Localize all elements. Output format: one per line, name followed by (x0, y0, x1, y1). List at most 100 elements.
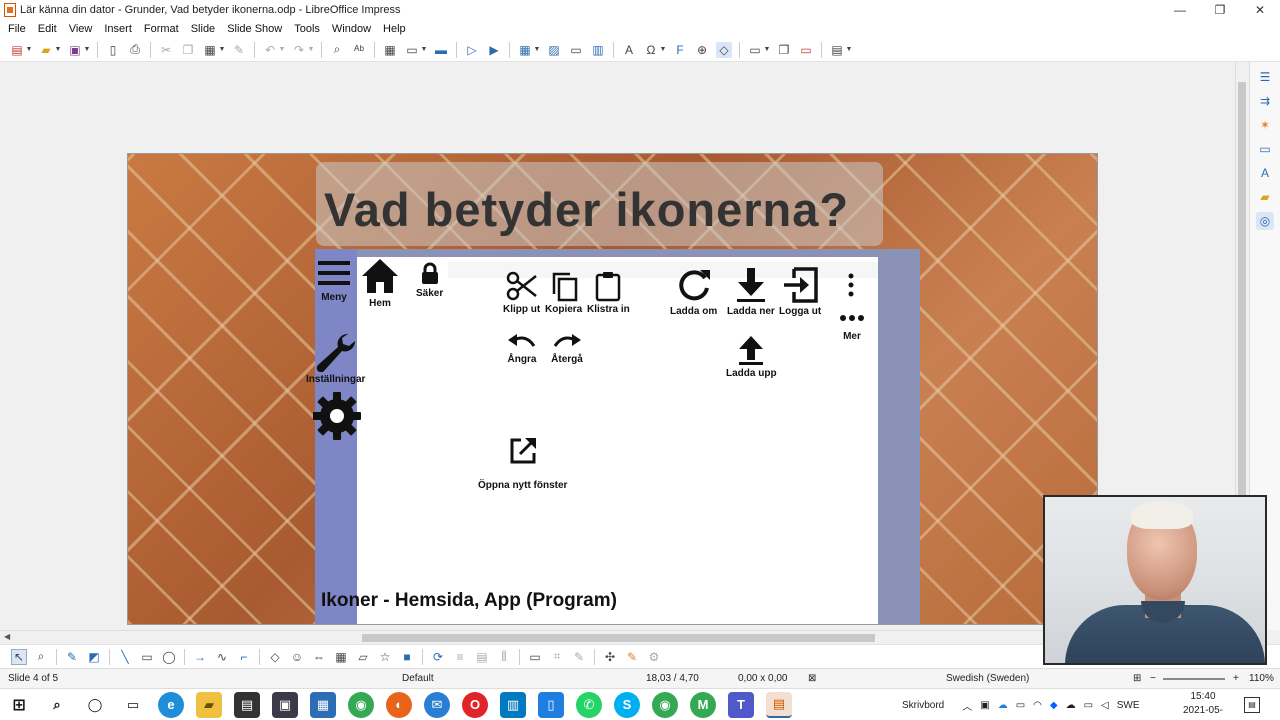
notifications-icon[interactable]: ▤ (1244, 697, 1260, 713)
kebab-menu-tile[interactable] (846, 272, 856, 298)
chrome-profile-m-icon[interactable]: M (690, 691, 716, 718)
reload-tile[interactable]: Ladda om (670, 266, 717, 317)
print-icon[interactable]: ⎙ (127, 42, 143, 58)
fit-slide-icon[interactable]: ⊞ (1133, 673, 1141, 684)
basic-shapes-icon[interactable]: ◇ (267, 649, 283, 665)
chevron-down-icon[interactable]: ▼ (846, 42, 853, 58)
fontwork-icon[interactable]: F (672, 42, 688, 58)
ellipse-icon[interactable]: ◯ (161, 649, 177, 665)
scrollbar-thumb[interactable] (362, 634, 875, 642)
zoom-icon[interactable]: ⌕ (33, 649, 49, 665)
maximize-button[interactable]: ❐ (1200, 0, 1240, 20)
chevron-down-icon[interactable]: ▼ (534, 42, 541, 58)
chevron-down-icon[interactable]: ▼ (421, 42, 428, 58)
text-box-icon[interactable]: A (621, 42, 637, 58)
filter-icon[interactable]: ✎ (571, 649, 587, 665)
properties-icon[interactable]: ☰ (1256, 68, 1274, 86)
chevron-down-icon[interactable]: ▼ (84, 42, 91, 58)
special-character-icon[interactable]: Ω (643, 42, 659, 58)
home-tile[interactable]: Hem (360, 256, 400, 309)
cut-tile[interactable]: Klipp ut (503, 270, 540, 315)
navigator-icon[interactable]: ◎ (1256, 212, 1274, 230)
undo-icon[interactable]: ↶ (262, 42, 278, 58)
shadow-icon[interactable]: ▭ (527, 649, 543, 665)
store-icon[interactable]: ▤ (234, 691, 260, 718)
chevron-down-icon[interactable]: ▼ (660, 42, 667, 58)
slide-transition-icon[interactable]: ⇉ (1256, 92, 1274, 110)
start-from-current-icon[interactable]: ▶ (486, 42, 502, 58)
keyboard-icon[interactable]: ▭ (1084, 700, 1093, 711)
delete-slide-icon[interactable]: ▭ (798, 42, 814, 58)
zoom-slider[interactable] (1163, 678, 1225, 680)
slide-title[interactable]: Vad betyder ikonerna? (324, 182, 849, 237)
firefox-icon[interactable]: ◐ (386, 691, 412, 718)
minimize-button[interactable]: — (1160, 0, 1200, 20)
wifi-icon[interactable]: ◠ (1033, 700, 1042, 711)
align-icon[interactable]: ≡ (452, 649, 468, 665)
search-icon[interactable]: ⌕ (44, 692, 70, 718)
paste-tile[interactable]: Klistra in (587, 270, 630, 315)
arrow-line-icon[interactable]: → (192, 649, 208, 665)
download-tile[interactable]: Ladda ner (727, 266, 775, 317)
new-slide-icon[interactable]: ▭ (747, 42, 763, 58)
connector-icon[interactable]: ⌐ (236, 649, 252, 665)
toggle-extrusion-icon[interactable]: ⚙ (646, 649, 662, 665)
whatsapp-icon[interactable]: ✆ (576, 691, 602, 718)
clock[interactable]: 15:40 2021-05-05 (1178, 690, 1228, 720)
windows-start-icon[interactable]: ⊞ (6, 692, 32, 718)
trello-icon[interactable]: ▥ (500, 691, 526, 718)
chevron-down-icon[interactable]: ▼ (308, 42, 315, 58)
menu-tools[interactable]: Tools (288, 23, 326, 35)
master-layout[interactable]: Default (402, 673, 434, 684)
menu-help[interactable]: Help (377, 23, 412, 35)
chrome-icon[interactable]: ◉ (348, 691, 374, 718)
dropbox-icon[interactable]: ◆ (1050, 700, 1058, 711)
line-icon[interactable]: ╲ (117, 649, 133, 665)
rectangle-icon[interactable]: ▭ (139, 649, 155, 665)
language[interactable]: Swedish (Sweden) (946, 673, 1029, 684)
block-arrows-icon[interactable]: ⇔ (311, 649, 327, 665)
chart-icon[interactable]: ▥ (590, 42, 606, 58)
opera-icon[interactable]: O (462, 691, 488, 718)
copy-icon[interactable]: ❐ (180, 42, 196, 58)
styles-icon[interactable]: A (1256, 164, 1274, 182)
shapes-icon[interactable]: ◇ (716, 41, 732, 58)
image-icon[interactable]: ▨ (546, 42, 562, 58)
paste-icon[interactable]: ▦ (202, 42, 218, 58)
copy-tile[interactable]: Kopiera (545, 270, 582, 315)
app-icon-1[interactable]: ▣ (272, 691, 298, 718)
logout-tile[interactable]: Logga ut (779, 266, 821, 317)
scroll-left-icon[interactable]: ◀ (4, 632, 10, 641)
thunderbird-icon[interactable]: ✉ (424, 691, 450, 718)
menu-insert[interactable]: Insert (98, 23, 138, 35)
menu-format[interactable]: Format (138, 23, 185, 35)
menu-file[interactable]: File (2, 23, 32, 35)
distribute-icon[interactable]: ⫼ (496, 649, 512, 665)
app-icon-2[interactable]: ▦ (310, 691, 336, 718)
menu-edit[interactable]: Edit (32, 23, 63, 35)
cortana-icon[interactable]: ◯ (82, 692, 108, 718)
task-view-icon[interactable]: ▭ (120, 692, 146, 718)
chevron-up-icon[interactable]: ︿ (962, 698, 972, 713)
menu-slide[interactable]: Slide (185, 23, 221, 35)
onedrive-icon[interactable]: ☁ (998, 700, 1008, 711)
stars-icon[interactable]: ☆ (377, 649, 393, 665)
keyboard-language[interactable]: SWE (1117, 700, 1140, 711)
chevron-down-icon[interactable]: ▼ (764, 42, 771, 58)
export-pdf-icon[interactable]: ▯ (105, 42, 121, 58)
open-folder-icon[interactable]: ▰ (38, 42, 54, 58)
edge-icon[interactable]: e (158, 691, 184, 718)
menu-window[interactable]: Window (326, 23, 377, 35)
master-slide-icon[interactable]: ▬ (433, 42, 449, 58)
chevron-down-icon[interactable]: ▼ (26, 42, 33, 58)
master-slides-icon[interactable]: ▭ (1256, 140, 1274, 158)
open-new-window-tile[interactable]: Öppna nytt fönster (478, 436, 567, 491)
undo-tile[interactable]: Ångra (506, 332, 538, 365)
line-color-icon[interactable]: ✎ (64, 649, 80, 665)
zoom-level[interactable]: 110% (1249, 673, 1274, 684)
select-icon[interactable]: ↖ (11, 648, 27, 665)
scrollbar-thumb[interactable] (1238, 82, 1246, 512)
new-document-icon[interactable]: ▤ (9, 42, 25, 58)
save-icon[interactable]: ▣ (67, 42, 83, 58)
redo-tile[interactable]: Återgå (551, 332, 583, 365)
